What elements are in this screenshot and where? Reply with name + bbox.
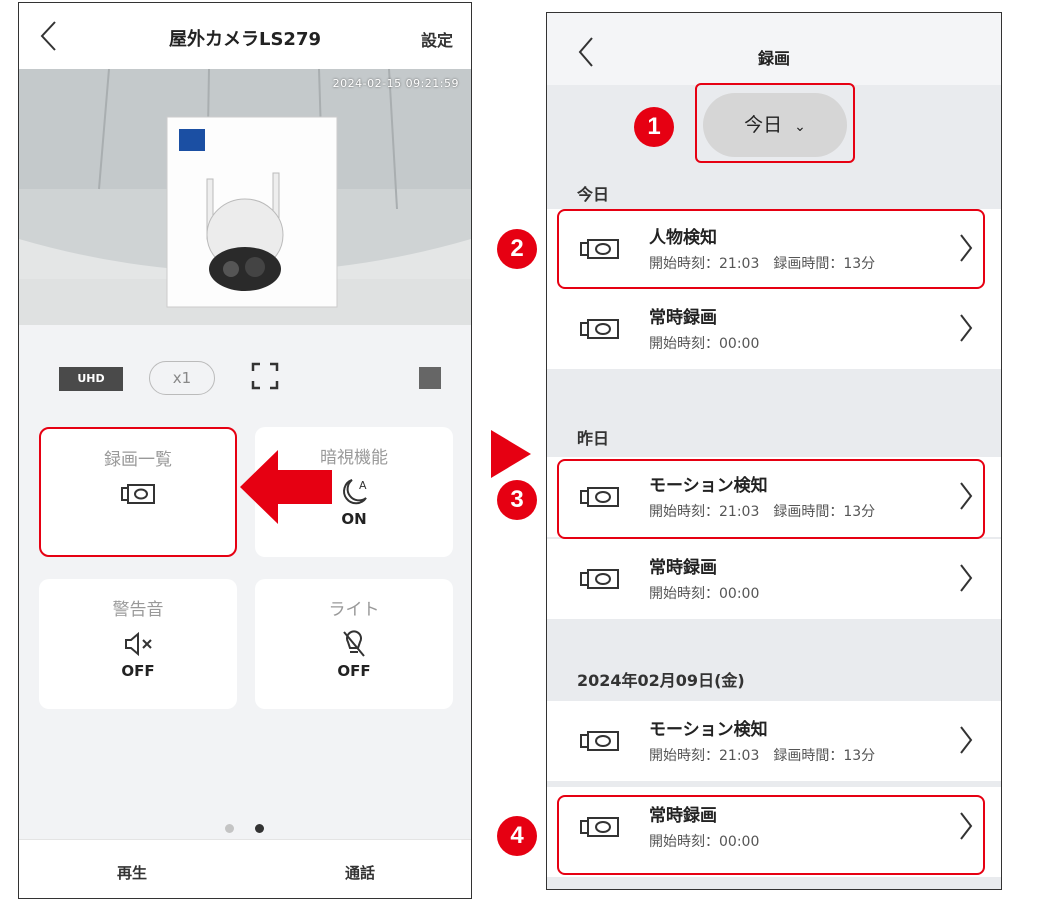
live-video-feed[interactable]: 2024-02-15 09:21:59	[19, 69, 471, 325]
section-header: 2024年02月09日(金)	[577, 671, 745, 690]
camera-icon	[580, 569, 619, 589]
svg-text:A: A	[359, 479, 367, 492]
chevron-right-icon	[960, 564, 973, 592]
header: 録画	[547, 13, 1001, 85]
recording-type: モーション検知	[649, 720, 768, 740]
step-highlight-frame	[557, 795, 985, 875]
playback-tab[interactable]: 再生	[117, 862, 147, 883]
fullscreen-icon[interactable]	[251, 362, 279, 390]
recording-details: 開始時刻：00:00	[649, 336, 760, 352]
siren-state: OFF	[121, 662, 155, 680]
header: 屋外カメラLS279 設定	[19, 3, 471, 69]
video-timestamp: 2024-02-15 09:21:59	[332, 77, 459, 90]
talk-tab[interactable]: 通話	[345, 862, 375, 883]
camera-icon	[580, 319, 619, 339]
section-header: 昨日	[577, 429, 610, 448]
recording-type: 常時録画	[649, 308, 717, 328]
recordings-label: 録画一覧	[104, 450, 172, 470]
camera-scene-image	[19, 69, 471, 325]
step-highlight-frame	[557, 459, 985, 539]
light-label: ライト	[328, 600, 380, 620]
bottom-bar: 再生 通話	[19, 839, 471, 898]
page-title: 録画	[757, 49, 790, 68]
recording-row[interactable]: 常時録画 開始時刻：00:00	[547, 539, 1001, 619]
night-mode-icon: A	[343, 479, 367, 505]
recording-details: 開始時刻：21:03 録画時間：13分	[649, 748, 876, 764]
recording-row[interactable]: 常時録画 開始時刻：00:00	[547, 289, 1001, 369]
video-controls: UHD x1	[19, 325, 471, 425]
recordings-tile[interactable]: 録画一覧	[39, 427, 237, 557]
siren-tile[interactable]: 警告音 OFF	[39, 579, 237, 709]
page-dot-active[interactable]	[255, 824, 264, 833]
camera-icon	[580, 731, 619, 751]
step-badge-2: 2	[497, 229, 537, 269]
step-highlight-frame	[557, 209, 985, 289]
recordings-screen: 録画 今日 ⌄ 今日 人物検知 開始時刻：21:03 録画時間：13分 常時録画…	[546, 12, 1002, 890]
stop-icon[interactable]	[419, 367, 441, 389]
pointer-arrow-icon	[240, 450, 332, 524]
zoom-button[interactable]: x1	[149, 361, 215, 395]
light-state: OFF	[337, 662, 371, 680]
light-off-icon	[343, 630, 365, 657]
chevron-right-icon	[960, 726, 973, 754]
step-badge-1: 1	[634, 107, 674, 147]
settings-button[interactable]: 設定	[421, 27, 453, 51]
quality-button[interactable]: UHD	[59, 367, 123, 391]
recording-type: 常時録画	[649, 558, 717, 578]
siren-label: 警告音	[112, 600, 164, 620]
page-title: 屋外カメラLS279	[168, 29, 321, 50]
light-tile[interactable]: ライト OFF	[255, 579, 453, 709]
page-dot[interactable]	[225, 824, 234, 833]
camera-icon	[121, 484, 155, 504]
next-step-triangle-icon	[491, 430, 531, 478]
speaker-mute-icon	[125, 631, 152, 657]
step-highlight-frame	[695, 83, 855, 163]
section-header: 今日	[577, 185, 610, 204]
step-badge-3: 3	[497, 480, 537, 520]
chevron-right-icon	[960, 314, 973, 342]
step-badge-4: 4	[497, 816, 537, 856]
recording-details: 開始時刻：00:00	[649, 586, 760, 602]
page-indicator	[225, 824, 275, 834]
recording-row[interactable]: モーション検知 開始時刻：21:03 録画時間：13分	[547, 701, 1001, 781]
